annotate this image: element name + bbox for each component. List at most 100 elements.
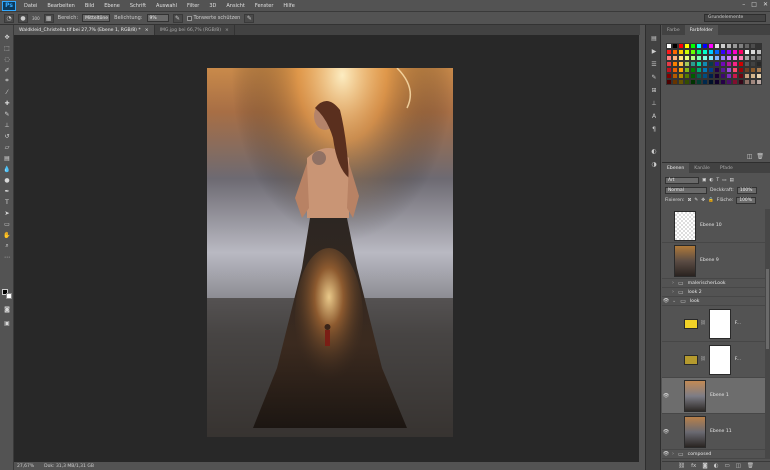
filter-shape-icon[interactable]: ▭: [722, 178, 726, 183]
visibility-icon[interactable]: 👁: [662, 451, 670, 457]
airbrush-icon[interactable]: ✎: [172, 13, 183, 23]
shape-tool-icon[interactable]: ▭: [1, 219, 13, 229]
brush-panel-icon[interactable]: ✎: [647, 72, 661, 82]
layer-mask-thumbnail[interactable]: [708, 308, 731, 339]
menu-auswahl[interactable]: Auswahl: [151, 3, 182, 9]
document-artwork[interactable]: [207, 68, 453, 437]
lock-transparent-icon[interactable]: ⊠: [687, 198, 691, 203]
menu-datei[interactable]: Datei: [19, 3, 42, 9]
screen-mode-icon[interactable]: ▣: [1, 318, 13, 328]
new-swatch-icon[interactable]: ◫: [747, 153, 753, 160]
brush-tool-icon[interactable]: ✎: [1, 109, 13, 119]
layer-group-row[interactable]: › ▭ look 2: [662, 288, 765, 297]
tab-ebenen[interactable]: Ebenen: [662, 163, 690, 173]
healing-tool-icon[interactable]: ✚: [1, 98, 13, 108]
eraser-tool-icon[interactable]: ▱: [1, 142, 13, 152]
background-color-swatch[interactable]: [6, 293, 12, 299]
delete-layer-icon[interactable]: 🗑: [747, 463, 754, 469]
blend-mode-select[interactable]: Normal: [665, 186, 707, 194]
menu-ansicht[interactable]: Ansicht: [221, 3, 249, 9]
paragraph-icon[interactable]: ¶: [647, 124, 661, 134]
move-tool-icon[interactable]: ✥: [1, 32, 13, 42]
layer-row-selected[interactable]: 👁 Ebene 1: [662, 378, 765, 414]
filter-adjust-icon[interactable]: ◐: [709, 178, 713, 183]
checkbox-box[interactable]: [186, 15, 192, 21]
lasso-tool-icon[interactable]: ◌: [1, 54, 13, 64]
adjustments-icon[interactable]: ◐: [647, 146, 661, 156]
new-layer-icon[interactable]: ◫: [736, 463, 741, 469]
color-swatch[interactable]: [756, 79, 762, 85]
color-swatches[interactable]: [2, 289, 12, 299]
minimize-icon[interactable]: –: [742, 1, 745, 8]
layer-group-row[interactable]: › ▭ malerischerLook: [662, 279, 765, 288]
range-select[interactable]: Mitteltöne: [82, 14, 111, 22]
layer-row[interactable]: Ebene 9: [662, 243, 765, 279]
tab-pfade[interactable]: Pfade: [715, 163, 738, 173]
layer-group-row[interactable]: 👁 › ▭ composed: [662, 450, 765, 459]
expand-caret-icon[interactable]: ›: [672, 289, 674, 295]
exposure-field[interactable]: 9%: [146, 14, 169, 22]
lock-position-icon[interactable]: ✥: [701, 198, 705, 203]
visibility-icon[interactable]: 👁: [662, 429, 670, 435]
tab-farbfelder[interactable]: Farbfelder: [684, 25, 718, 35]
tab-close-icon[interactable]: ×: [225, 28, 229, 33]
new-group-icon[interactable]: ▭: [724, 463, 729, 469]
tab-img[interactable]: IMG.jpg bei 66,7% (RGB/8) ×: [154, 25, 235, 35]
menu-hilfe[interactable]: Hilfe: [278, 3, 299, 9]
opacity-field[interactable]: 100%: [736, 186, 757, 194]
marquee-tool-icon[interactable]: ⬚: [1, 43, 13, 53]
layer-group-row[interactable]: 👁 ⌄ ▭ look: [662, 297, 765, 306]
tab-close-icon[interactable]: ×: [145, 28, 149, 33]
menu-ebene[interactable]: Ebene: [99, 3, 125, 9]
history-icon[interactable]: ▤: [647, 33, 661, 43]
protect-tones-checkbox[interactable]: Tonwerte schützen: [186, 15, 240, 21]
zoom-level[interactable]: 27,67%: [17, 464, 34, 469]
filter-pixel-icon[interactable]: ▣: [702, 178, 706, 183]
character-icon[interactable]: A: [647, 111, 661, 121]
hand-tool-icon[interactable]: ✋: [1, 230, 13, 240]
tab-waldkleid[interactable]: Waldkleid_Christella.tif bei 27,7% (Eben…: [14, 25, 155, 35]
lock-pixels-icon[interactable]: ✎: [694, 198, 698, 203]
expand-caret-icon[interactable]: ›: [672, 451, 674, 457]
layer-filter-select[interactable]: Art: [665, 176, 699, 184]
crop-tool-icon[interactable]: ⌗: [1, 76, 13, 86]
properties-icon[interactable]: ☰: [647, 59, 661, 69]
type-tool-icon[interactable]: T: [1, 197, 13, 207]
layer-row[interactable]: Ebene 10: [662, 209, 765, 243]
menu-3d[interactable]: 3D: [204, 3, 221, 9]
brush-preset-icon[interactable]: ●: [18, 13, 28, 23]
brush-panel-icon[interactable]: ▦: [43, 13, 54, 23]
layers-scrollbar[interactable]: [765, 209, 770, 459]
visibility-icon[interactable]: 👁: [662, 298, 670, 304]
menu-filter[interactable]: Filter: [182, 3, 204, 9]
styles-icon[interactable]: ◑: [647, 159, 661, 169]
collapse-caret-icon[interactable]: ⌄: [672, 298, 676, 304]
eyedropper-tool-icon[interactable]: ⁄: [1, 87, 13, 97]
history-brush-tool-icon[interactable]: ↺: [1, 131, 13, 141]
workspace-select[interactable]: Grundelemente: [704, 14, 766, 22]
quick-mask-icon[interactable]: ◙: [1, 304, 13, 314]
canvas-area[interactable]: [14, 35, 639, 462]
trash-icon[interactable]: 🗑: [756, 153, 764, 160]
menu-bild[interactable]: Bild: [80, 3, 99, 9]
layer-row[interactable]: ⛓ F...: [662, 342, 765, 378]
layer-row[interactable]: ⛓ F...: [662, 306, 765, 342]
expand-caret-icon[interactable]: ›: [672, 280, 674, 286]
add-mask-icon[interactable]: ◙: [702, 463, 707, 469]
menu-bearbeiten[interactable]: Bearbeiten: [42, 3, 79, 9]
dodge-tool-icon[interactable]: ●: [1, 175, 13, 185]
more-tools-icon[interactable]: ⋯: [1, 252, 13, 262]
filter-type-icon[interactable]: T: [716, 178, 719, 183]
blur-tool-icon[interactable]: 💧: [1, 164, 13, 174]
actions-icon[interactable]: ▶: [647, 46, 661, 56]
brush-presets-icon[interactable]: ⊞: [647, 85, 661, 95]
zoom-tool-icon[interactable]: ⌕: [1, 241, 13, 251]
scrollbar-thumb[interactable]: [766, 269, 769, 349]
pen-tool-icon[interactable]: ✒: [1, 186, 13, 196]
layer-mask-thumbnail[interactable]: [708, 344, 731, 375]
menu-fenster[interactable]: Fenster: [250, 3, 279, 9]
dodge-tool-preset-icon[interactable]: ◔: [4, 13, 14, 23]
new-adjustment-icon[interactable]: ◐: [714, 463, 719, 469]
tab-kanaele[interactable]: Kanäle: [689, 163, 715, 173]
fill-field[interactable]: 100%: [736, 196, 757, 204]
